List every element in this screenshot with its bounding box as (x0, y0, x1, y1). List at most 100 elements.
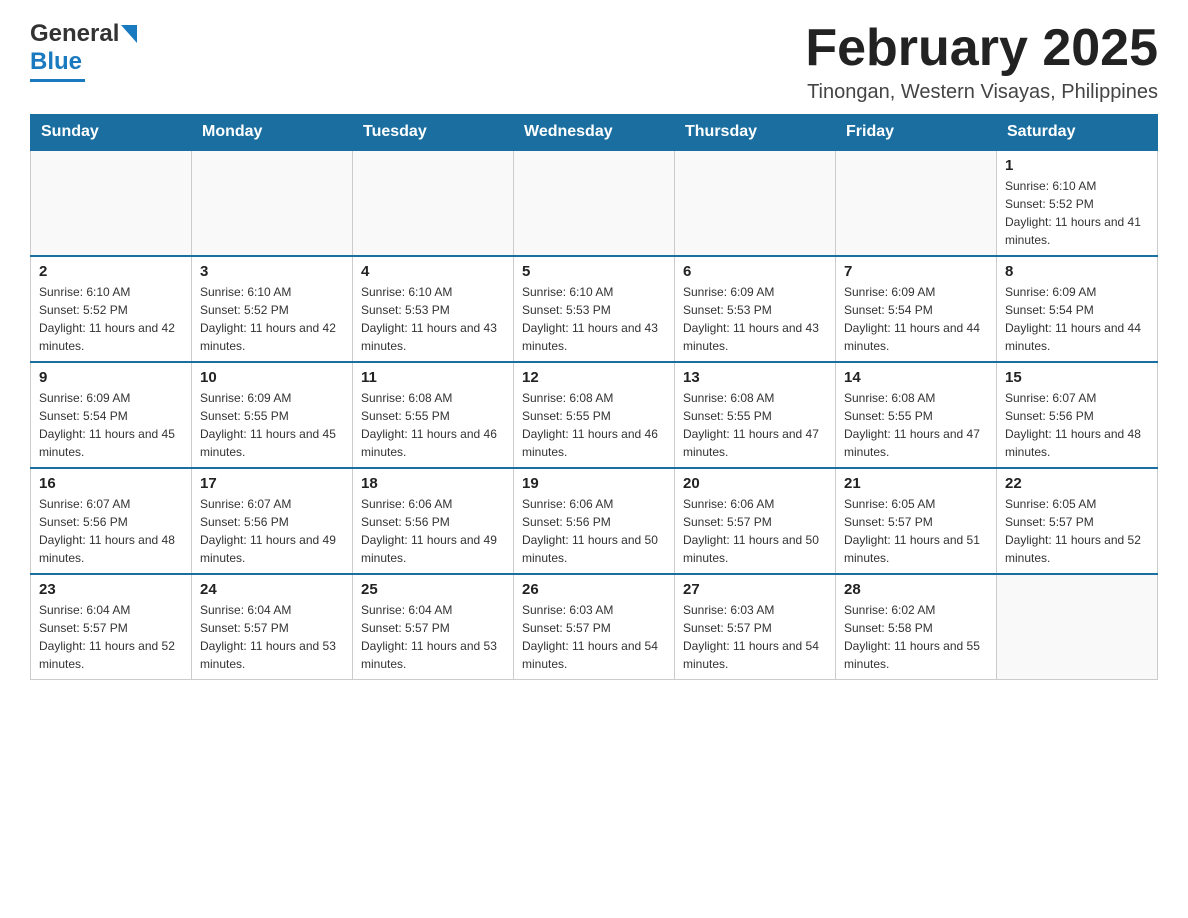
title-area: February 2025 Tinongan, Western Visayas,… (805, 20, 1158, 104)
day-number: 2 (39, 263, 183, 280)
calendar-day-header: Tuesday (353, 115, 514, 151)
calendar-day-header: Friday (836, 115, 997, 151)
day-info: Sunrise: 6:06 AMSunset: 5:57 PMDaylight:… (683, 495, 827, 567)
location-text: Tinongan, Western Visayas, Philippines (805, 81, 1158, 104)
day-number: 25 (361, 581, 505, 598)
calendar-cell (192, 150, 353, 256)
day-info: Sunrise: 6:02 AMSunset: 5:58 PMDaylight:… (844, 601, 988, 673)
calendar-cell (997, 574, 1158, 680)
calendar-cell (31, 150, 192, 256)
day-number: 20 (683, 475, 827, 492)
day-number: 13 (683, 369, 827, 386)
day-number: 28 (844, 581, 988, 598)
calendar-cell: 24Sunrise: 6:04 AMSunset: 5:57 PMDayligh… (192, 574, 353, 680)
logo-triangle-icon (121, 25, 137, 43)
calendar-cell: 22 Sunrise: 6:05 AMSunset: 5:57 PMDayligh… (997, 468, 1158, 574)
day-number: 15 (1005, 369, 1149, 386)
day-number: 12 (522, 369, 666, 386)
calendar-cell: 10 Sunrise: 6:09 AMSunset: 5:55 PMDayligh… (192, 362, 353, 468)
calendar-day-header: Wednesday (514, 115, 675, 151)
calendar-cell: 4 Sunrise: 6:10 AMSunset: 5:53 PMDaylight… (353, 256, 514, 362)
day-info: Sunrise: 6:04 AMSunset: 5:57 PMDaylight:… (200, 601, 344, 673)
calendar-table: SundayMondayTuesdayWednesdayThursdayFrid… (30, 114, 1158, 680)
calendar-week-row: 2 Sunrise: 6:10 AMSunset: 5:52 PMDaylight… (31, 256, 1158, 362)
day-number: 9 (39, 369, 183, 386)
day-info: Sunrise: 6:04 AMSunset: 5:57 PMDaylight:… (361, 601, 505, 673)
logo-general-text: General (30, 20, 119, 48)
calendar-cell: 27 Sunrise: 6:03 AMSunset: 5:57 PMDayligh… (675, 574, 836, 680)
day-info: Sunrise: 6:08 AMSunset: 5:55 PMDaylight:… (522, 389, 666, 461)
day-number: 23 (39, 581, 183, 598)
calendar-cell: 6Sunrise: 6:09 AMSunset: 5:53 PMDaylight… (675, 256, 836, 362)
day-number: 4 (361, 263, 505, 280)
day-number: 26 (522, 581, 666, 598)
day-info: Sunrise: 6:09 AMSunset: 5:54 PMDaylight:… (1005, 283, 1149, 355)
day-info: Sunrise: 6:04 AMSunset: 5:57 PMDaylight:… (39, 601, 183, 673)
day-info: Sunrise: 6:03 AMSunset: 5:57 PMDaylight:… (683, 601, 827, 673)
calendar-week-row: 23 Sunrise: 6:04 AMSunset: 5:57 PMDayligh… (31, 574, 1158, 680)
logo: General Blue (30, 20, 137, 82)
day-info: Sunrise: 6:09 AMSunset: 5:54 PMDaylight:… (39, 389, 183, 461)
day-info: Sunrise: 6:09 AMSunset: 5:55 PMDaylight:… (200, 389, 344, 461)
calendar-cell (514, 150, 675, 256)
calendar-cell: 18 Sunrise: 6:06 AMSunset: 5:56 PMDayligh… (353, 468, 514, 574)
calendar-cell: 7 Sunrise: 6:09 AMSunset: 5:54 PMDaylight… (836, 256, 997, 362)
calendar-header-row: SundayMondayTuesdayWednesdayThursdayFrid… (31, 115, 1158, 151)
calendar-day-header: Sunday (31, 115, 192, 151)
day-info: Sunrise: 6:08 AMSunset: 5:55 PMDaylight:… (683, 389, 827, 461)
day-number: 11 (361, 369, 505, 386)
calendar-cell: 26Sunrise: 6:03 AMSunset: 5:57 PMDayligh… (514, 574, 675, 680)
calendar-cell: 17 Sunrise: 6:07 AMSunset: 5:56 PMDayligh… (192, 468, 353, 574)
calendar-cell: 20 Sunrise: 6:06 AMSunset: 5:57 PMDayligh… (675, 468, 836, 574)
calendar-cell: 11 Sunrise: 6:08 AMSunset: 5:55 PMDayligh… (353, 362, 514, 468)
day-info: Sunrise: 6:07 AMSunset: 5:56 PMDaylight:… (200, 495, 344, 567)
day-number: 18 (361, 475, 505, 492)
day-number: 10 (200, 369, 344, 386)
day-number: 1 (1005, 157, 1149, 174)
day-info: Sunrise: 6:05 AMSunset: 5:57 PMDaylight:… (1005, 495, 1149, 567)
calendar-week-row: 9 Sunrise: 6:09 AMSunset: 5:54 PMDaylight… (31, 362, 1158, 468)
calendar-week-row: 1 Sunrise: 6:10 AMSunset: 5:52 PMDaylight… (31, 150, 1158, 256)
day-info: Sunrise: 6:07 AMSunset: 5:56 PMDaylight:… (39, 495, 183, 567)
calendar-cell: 13 Sunrise: 6:08 AMSunset: 5:55 PMDayligh… (675, 362, 836, 468)
day-info: Sunrise: 6:10 AMSunset: 5:52 PMDaylight:… (1005, 177, 1149, 249)
day-number: 16 (39, 475, 183, 492)
day-info: Sunrise: 6:06 AMSunset: 5:56 PMDaylight:… (522, 495, 666, 567)
calendar-cell: 23 Sunrise: 6:04 AMSunset: 5:57 PMDayligh… (31, 574, 192, 680)
page-header: General Blue February 2025 Tinongan, Wes… (30, 20, 1158, 104)
day-info: Sunrise: 6:10 AMSunset: 5:53 PMDaylight:… (522, 283, 666, 355)
day-info: Sunrise: 6:09 AMSunset: 5:54 PMDaylight:… (844, 283, 988, 355)
calendar-cell: 21 Sunrise: 6:05 AMSunset: 5:57 PMDayligh… (836, 468, 997, 574)
calendar-cell: 14 Sunrise: 6:08 AMSunset: 5:55 PMDayligh… (836, 362, 997, 468)
day-info: Sunrise: 6:06 AMSunset: 5:56 PMDaylight:… (361, 495, 505, 567)
day-number: 27 (683, 581, 827, 598)
month-title: February 2025 (805, 20, 1158, 77)
day-info: Sunrise: 6:08 AMSunset: 5:55 PMDaylight:… (361, 389, 505, 461)
calendar-cell (836, 150, 997, 256)
day-number: 21 (844, 475, 988, 492)
calendar-day-header: Monday (192, 115, 353, 151)
day-number: 3 (200, 263, 344, 280)
calendar-cell: 25 Sunrise: 6:04 AMSunset: 5:57 PMDayligh… (353, 574, 514, 680)
day-info: Sunrise: 6:07 AMSunset: 5:56 PMDaylight:… (1005, 389, 1149, 461)
day-info: Sunrise: 6:05 AMSunset: 5:57 PMDaylight:… (844, 495, 988, 567)
day-info: Sunrise: 6:09 AMSunset: 5:53 PMDaylight:… (683, 283, 827, 355)
calendar-cell: 28 Sunrise: 6:02 AMSunset: 5:58 PMDayligh… (836, 574, 997, 680)
day-info: Sunrise: 6:08 AMSunset: 5:55 PMDaylight:… (844, 389, 988, 461)
day-number: 14 (844, 369, 988, 386)
calendar-cell: 19 Sunrise: 6:06 AMSunset: 5:56 PMDayligh… (514, 468, 675, 574)
day-number: 19 (522, 475, 666, 492)
day-info: Sunrise: 6:10 AMSunset: 5:53 PMDaylight:… (361, 283, 505, 355)
calendar-cell: 2Sunrise: 6:10 AMSunset: 5:52 PMDaylight… (31, 256, 192, 362)
day-number: 17 (200, 475, 344, 492)
calendar-day-header: Thursday (675, 115, 836, 151)
calendar-cell: 8 Sunrise: 6:09 AMSunset: 5:54 PMDaylight… (997, 256, 1158, 362)
calendar-cell: 3 Sunrise: 6:10 AMSunset: 5:52 PMDaylight… (192, 256, 353, 362)
day-number: 7 (844, 263, 988, 280)
logo-blue-text: Blue (30, 48, 82, 75)
day-number: 22 (1005, 475, 1149, 492)
calendar-cell: 12 Sunrise: 6:08 AMSunset: 5:55 PMDayligh… (514, 362, 675, 468)
day-number: 8 (1005, 263, 1149, 280)
day-info: Sunrise: 6:10 AMSunset: 5:52 PMDaylight:… (200, 283, 344, 355)
calendar-day-header: Saturday (997, 115, 1158, 151)
